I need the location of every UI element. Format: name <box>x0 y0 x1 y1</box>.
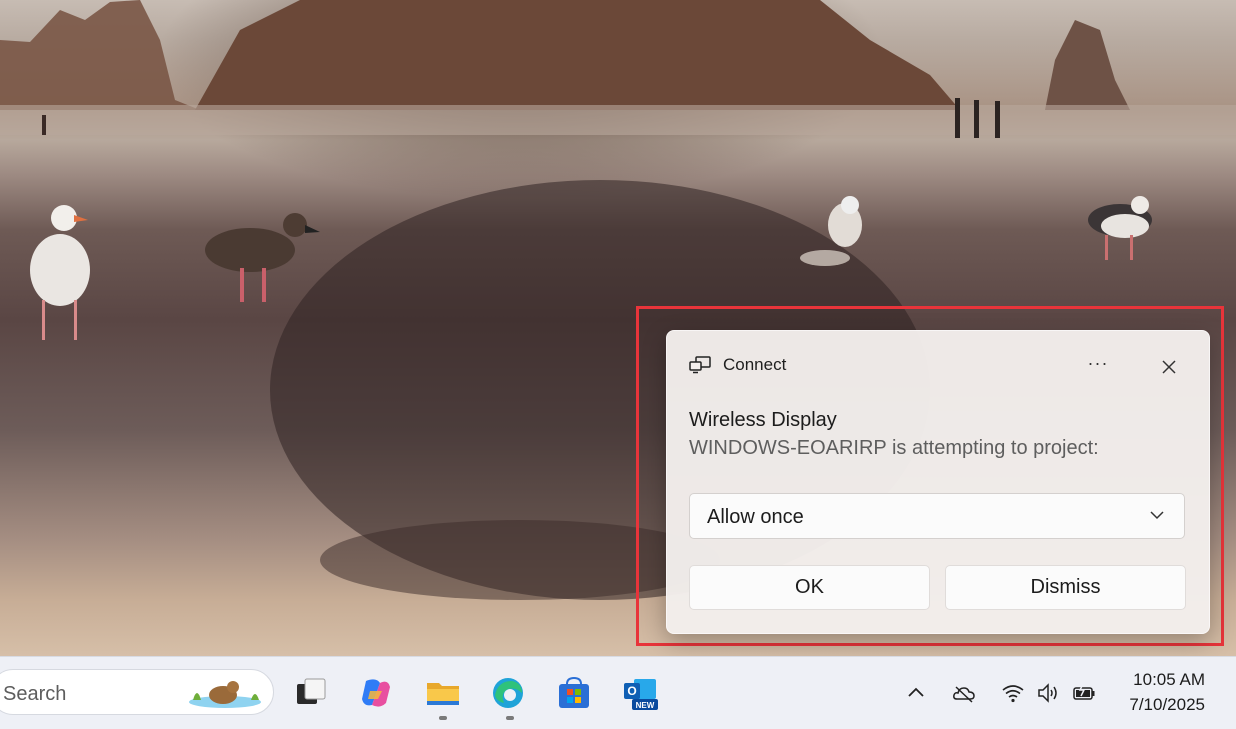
copilot-icon[interactable] <box>358 675 394 711</box>
connect-app-icon <box>689 356 711 374</box>
app-name: Connect <box>723 355 787 374</box>
dismiss-button[interactable]: Dismiss <box>945 565 1186 610</box>
file-explorer-running-indicator <box>439 716 447 720</box>
wireless-display-notification: Connect ··· Wireless Display WINDOWS-EOA… <box>666 330 1210 634</box>
onedrive-icon[interactable] <box>952 681 976 705</box>
volume-icon[interactable] <box>1036 681 1060 705</box>
permission-dropdown[interactable]: Allow once <box>689 493 1185 539</box>
more-options-button[interactable]: ··· <box>1083 351 1113 379</box>
file-explorer-icon[interactable] <box>425 675 461 711</box>
clock-date[interactable]: 7/10/2025 <box>1129 695 1205 715</box>
microsoft-store-icon[interactable] <box>556 675 592 711</box>
notification-body: WINDOWS-EOARIRP is attempting to project… <box>689 437 1099 459</box>
dropdown-selected-value: Allow once <box>707 506 804 528</box>
close-icon[interactable] <box>1155 353 1183 381</box>
svg-text:O: O <box>627 684 636 698</box>
outlook-icon[interactable]: O NEW <box>622 675 658 711</box>
search-highlight-icon <box>189 681 261 708</box>
task-view-icon[interactable] <box>293 675 329 711</box>
ok-button[interactable]: OK <box>689 565 930 610</box>
clock-time[interactable]: 10:05 AM <box>1133 670 1205 690</box>
notification-header: Connect ··· <box>689 353 1187 377</box>
outlook-new-badge: NEW <box>636 701 655 710</box>
chevron-up-icon[interactable] <box>904 681 928 705</box>
wifi-icon[interactable] <box>1001 681 1025 705</box>
edge-running-indicator <box>506 716 514 720</box>
taskbar: Search O NEW 10:05 AM 7/10/2025 <box>0 656 1236 729</box>
notification-title: Wireless Display <box>689 409 837 431</box>
search-box[interactable]: Search <box>0 669 274 715</box>
chevron-down-icon <box>1150 511 1164 520</box>
search-placeholder: Search <box>3 683 67 705</box>
edge-icon[interactable] <box>490 675 526 711</box>
battery-icon[interactable] <box>1072 681 1096 705</box>
